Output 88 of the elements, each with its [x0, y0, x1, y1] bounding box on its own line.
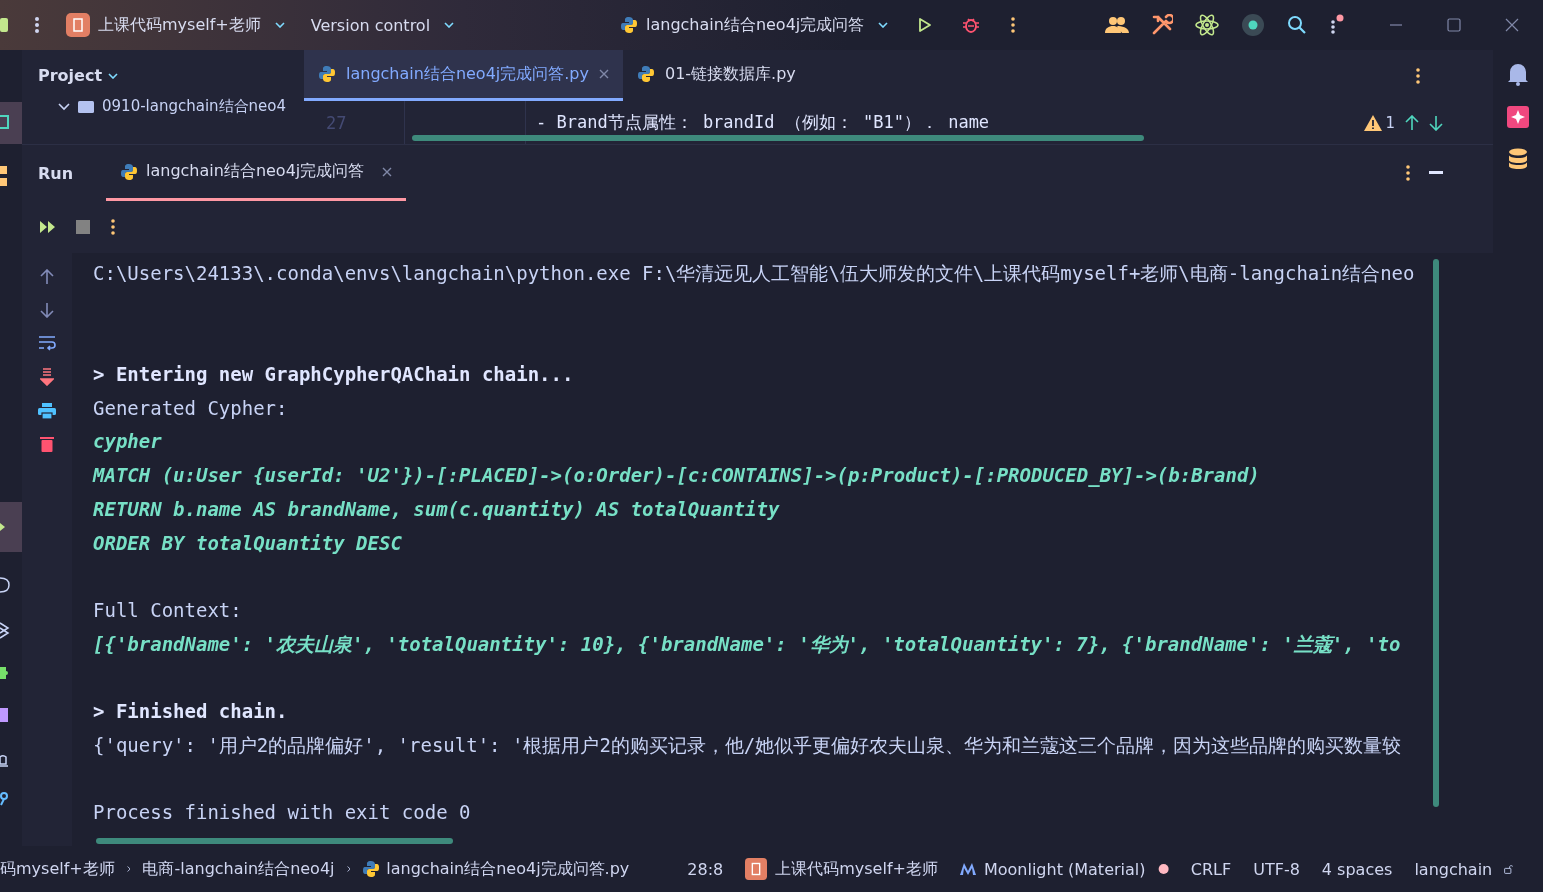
maximize-icon[interactable]	[1447, 18, 1461, 32]
close-tab-icon[interactable]	[382, 166, 393, 177]
main-menu-icon[interactable]	[34, 16, 40, 34]
minimize-icon[interactable]	[1429, 171, 1443, 175]
rerun-icon[interactable]	[40, 221, 56, 233]
debug-bug-icon[interactable]	[962, 16, 981, 34]
trash-icon[interactable]	[40, 436, 54, 452]
scrollbar[interactable]	[412, 135, 1144, 141]
more-icon[interactable]	[1010, 16, 1017, 34]
python-icon	[362, 860, 381, 878]
lock-icon[interactable]	[1504, 862, 1513, 876]
chevron-down-icon	[878, 22, 889, 28]
tools-icon[interactable]	[1151, 14, 1173, 36]
arrow-up-icon[interactable]	[1405, 114, 1419, 131]
python-icon	[637, 65, 655, 83]
console-line: RETURN b.name AS brandName, sum(c.quantity) AS totalQuantity	[93, 496, 781, 522]
structure-icon[interactable]	[0, 166, 8, 186]
cursor-position[interactable]: 28:8	[687, 859, 724, 879]
line-ending[interactable]: CRLF	[1190, 859, 1232, 879]
python-icon	[620, 16, 638, 34]
ai-assistant-icon[interactable]	[1507, 106, 1529, 128]
print-icon[interactable]	[38, 403, 56, 419]
more-icon[interactable]	[110, 219, 116, 235]
python-interpreter[interactable]: langchain	[1414, 859, 1493, 879]
people-icon[interactable]	[1105, 16, 1129, 34]
console-line: Full Context:	[93, 598, 243, 623]
more-icon[interactable]	[1415, 67, 1421, 84]
project-badge-icon	[745, 858, 768, 880]
record-icon[interactable]	[1241, 13, 1265, 37]
puzzle-icon[interactable]	[0, 664, 10, 682]
python-icon	[120, 162, 138, 181]
project-panel-title[interactable]: Project	[38, 66, 304, 85]
code-line: - Brand节点属性： brandId （例如： "B1"）． name	[536, 111, 990, 134]
version-control-menu[interactable]: Version control	[310, 15, 455, 35]
editor-tab[interactable]: 01-链接数据库.py	[623, 50, 810, 101]
terminal-icon[interactable]	[0, 706, 10, 724]
arrow-up-icon[interactable]	[40, 269, 54, 285]
folder-icon	[78, 100, 94, 113]
console-line: [{'brandName': '农夫山泉', 'totalQuantity': 10}, {'brandName': '华为', 'totalQuantity': 7}, {'brandName': '兰蔻', 'to	[93, 631, 1402, 657]
project-selector[interactable]: 上课代码myself+老师	[66, 13, 285, 37]
console-line: ORDER BY totalQuantity DESC	[93, 530, 403, 556]
chevron-down-icon	[274, 22, 285, 28]
notifications-bell-icon[interactable]	[1507, 62, 1529, 86]
project-badge-icon	[66, 13, 90, 37]
file-encoding[interactable]: UTF-8	[1253, 859, 1300, 879]
console-line: {'query': '用户2的品牌偏好', 'result': '根据用户2的购买记录，他/她似乎更偏好农夫山泉、华为和兰蔻这三个品牌，因为这些品牌的购买数量较	[93, 732, 1403, 758]
console-line: > Finished chain.	[93, 699, 289, 725]
breadcrumb[interactable]: langchain结合neo4j完成问答.py	[362, 858, 630, 880]
scroll-to-end-icon[interactable]	[40, 368, 54, 386]
arrow-down-icon[interactable]	[1429, 114, 1443, 131]
project-indicator[interactable]: 上课代码myself+老师	[745, 858, 938, 880]
console-line: cypher	[93, 429, 163, 455]
breadcrumb[interactable]: 码myself+老师	[0, 858, 115, 880]
python-icon	[318, 65, 336, 83]
theme-logo-icon	[959, 863, 976, 875]
soft-wrap-icon[interactable]	[38, 335, 56, 351]
run-configuration-selector[interactable]: langchain结合neo4j完成问答	[620, 14, 889, 36]
close-icon[interactable]	[1505, 18, 1519, 32]
console-line: C:\Users\24133\.conda\envs\langchain\python.exe F:\华清远见人工智能\伍大师发的文件\上课代码myself+老师\电商-langchain结合neo	[93, 261, 1416, 286]
run-tab[interactable]: langchain结合neo4j完成问答	[106, 145, 407, 201]
console-line: Process finished with exit code 0	[93, 800, 472, 826]
warning-icon	[1364, 114, 1383, 131]
run-panel-title: Run	[37, 163, 75, 183]
breadcrumb[interactable]: 电商-langchain结合neo4j	[142, 858, 335, 880]
run-icon[interactable]	[918, 17, 933, 33]
chevron-right-icon	[126, 864, 131, 874]
close-tab-icon[interactable]	[599, 69, 609, 79]
arrow-down-icon[interactable]	[40, 302, 54, 318]
atom-icon[interactable]	[1195, 13, 1219, 37]
notifications-more-icon[interactable]	[1329, 14, 1345, 36]
chevron-down-icon	[444, 22, 455, 28]
console-line: MATCH (u:User {userId: 'U2'})-[:PLACED]->(o:Order)-[c:CONTAINS]->(p:Product)-[:PRODUCED_BY]->(b:Brand)	[93, 463, 1261, 489]
chevron-down-icon	[108, 72, 119, 79]
more-icon[interactable]	[1405, 165, 1411, 181]
console-line: Generated Cypher:	[93, 395, 289, 421]
search-icon[interactable]	[1287, 15, 1307, 35]
tree-item[interactable]: 0910-langchain结合neo4	[58, 97, 304, 116]
scrollbar[interactable]	[96, 838, 453, 844]
console-line: > Entering new GraphCypherQAChain chain...	[93, 362, 575, 388]
line-number: 27	[325, 112, 348, 133]
scrollbar[interactable]	[1433, 259, 1439, 807]
warning-count[interactable]: 1	[1364, 113, 1395, 132]
editor-tab[interactable]: langchain结合neo4j完成问答.py	[304, 50, 623, 101]
chevron-right-icon	[346, 864, 351, 874]
theme-indicator[interactable]: Moonlight (Material)	[959, 859, 1146, 879]
layers-icon[interactable]	[0, 620, 10, 640]
database-icon[interactable]	[1508, 148, 1528, 170]
indent-setting[interactable]: 4 spaces	[1321, 859, 1393, 879]
